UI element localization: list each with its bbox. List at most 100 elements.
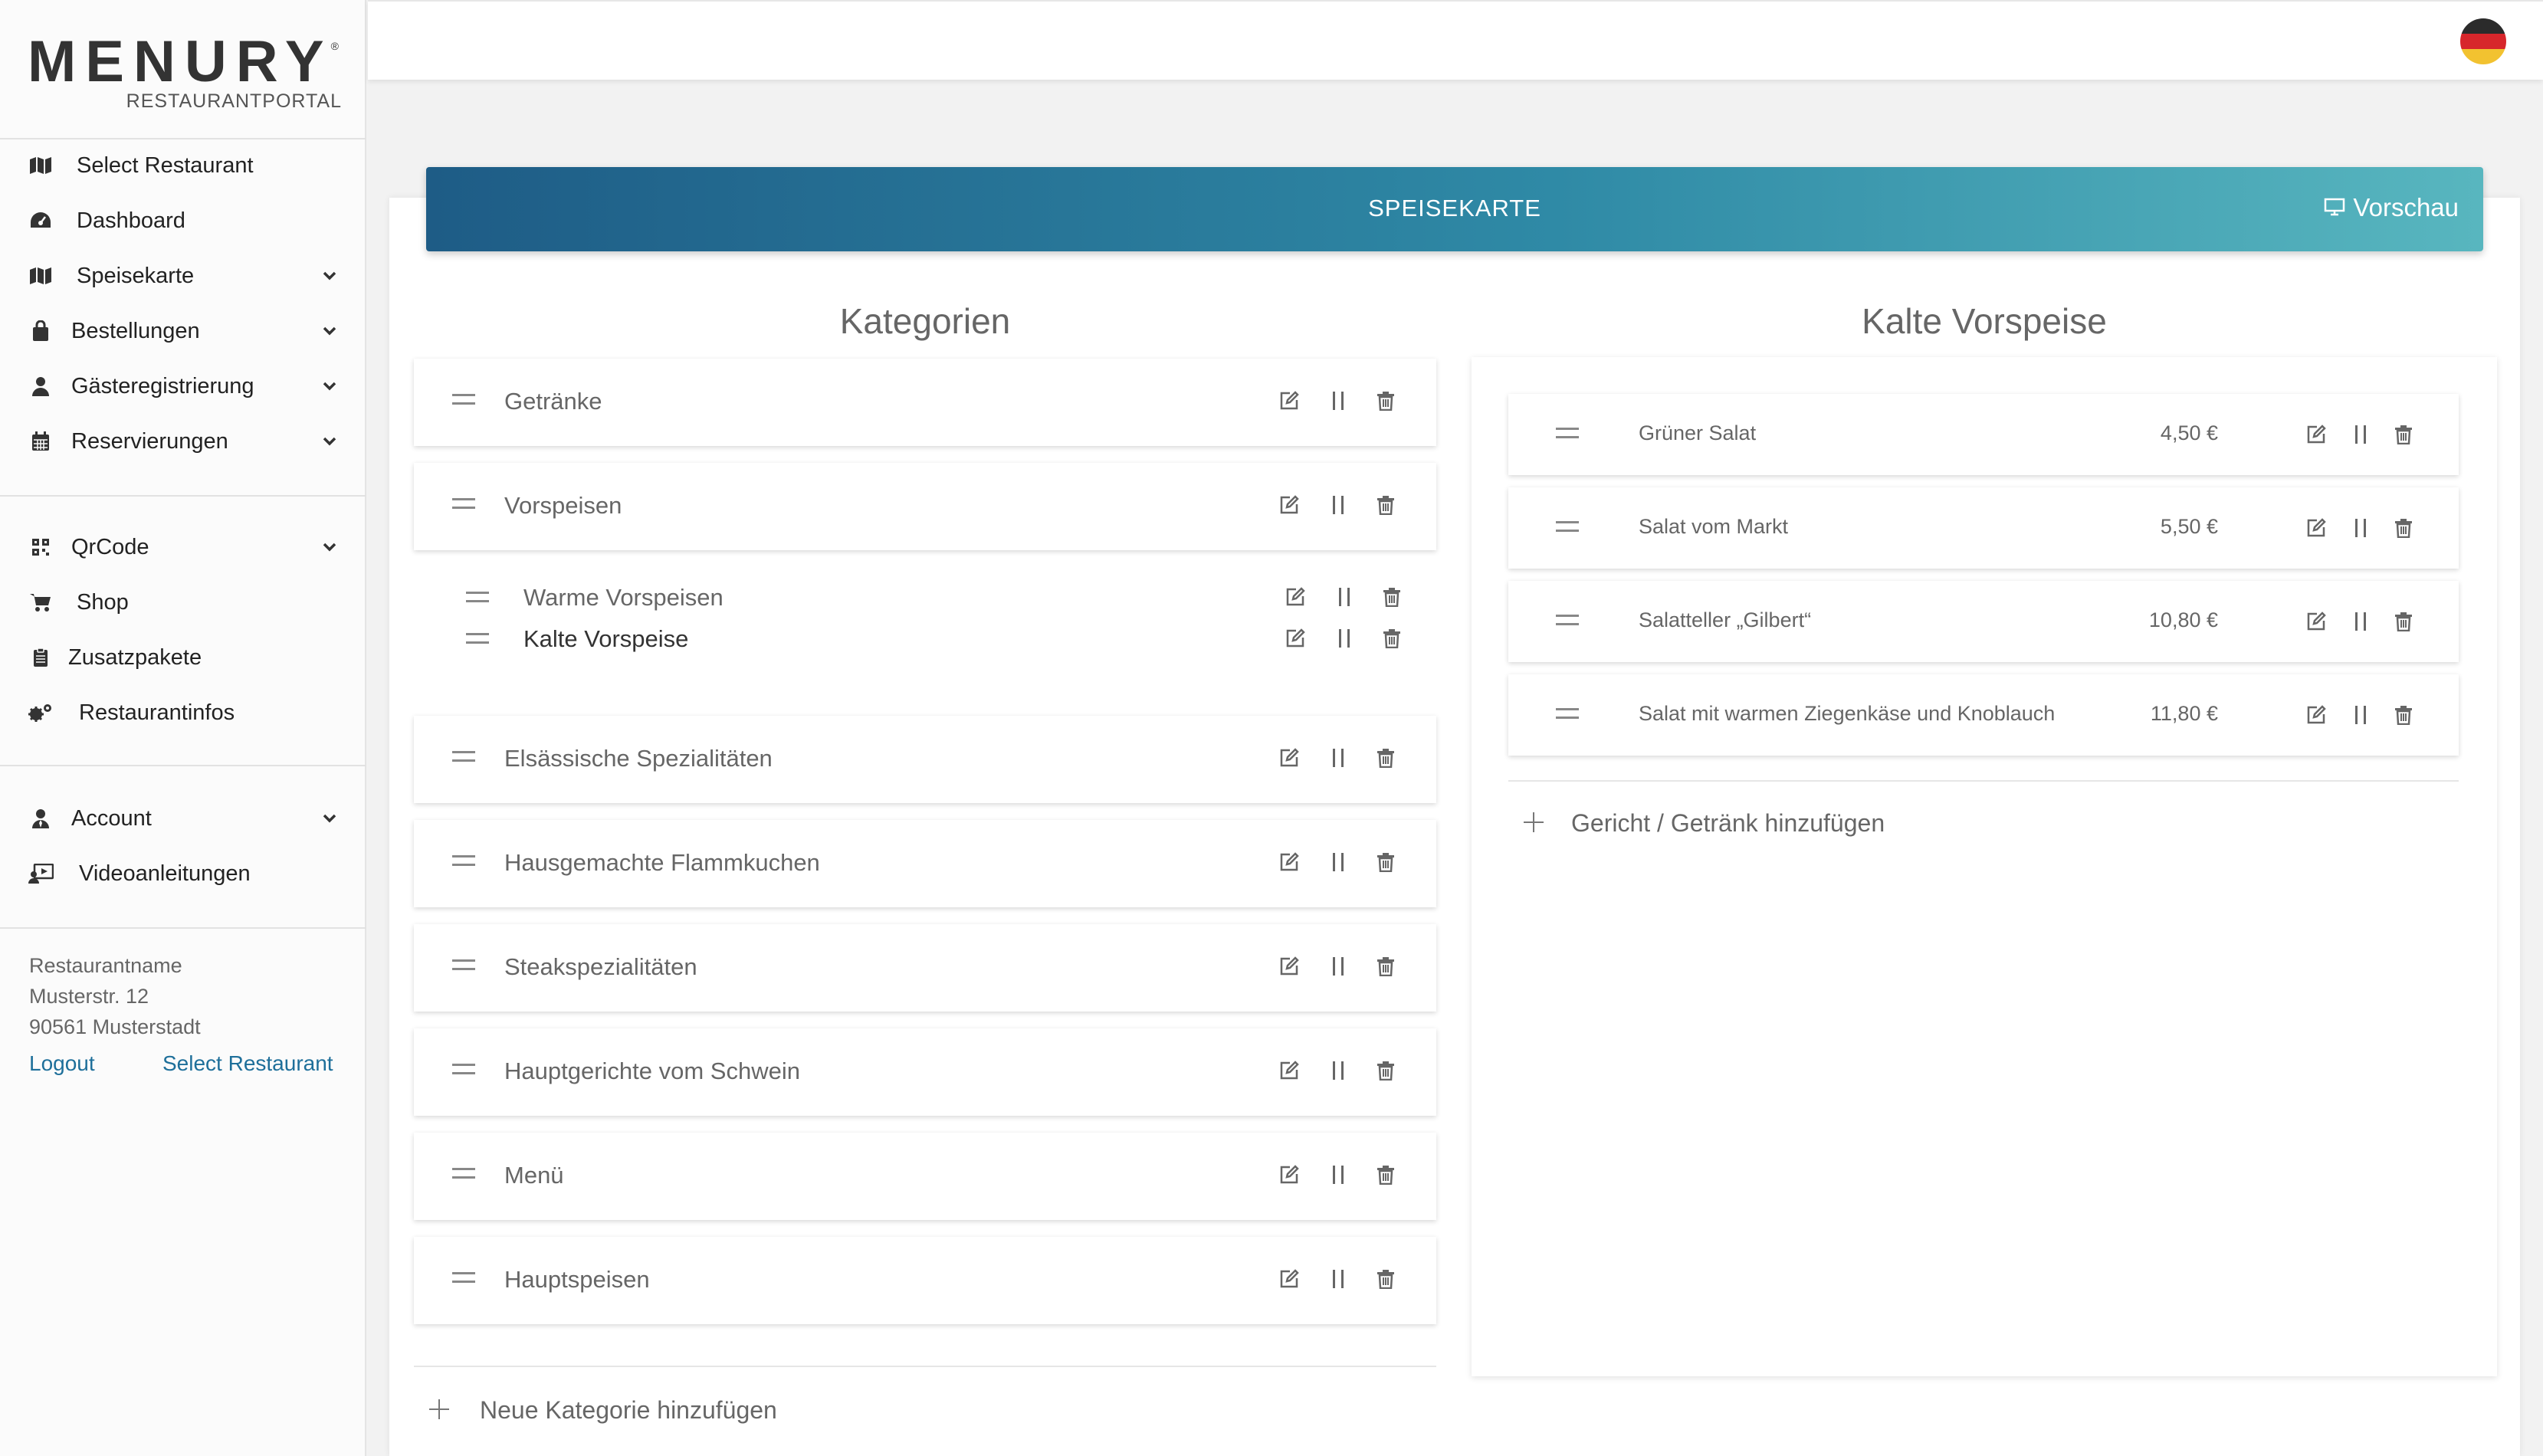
sidebar-item-label: Restaurantinfos [79, 700, 235, 725]
drag-handle-icon[interactable] [1556, 708, 1579, 719]
category-row[interactable]: Steakspezialitäten [414, 924, 1436, 1012]
edit-icon[interactable] [1285, 585, 1306, 608]
trash-icon[interactable] [1381, 627, 1403, 650]
edit-icon[interactable] [2305, 610, 2327, 633]
preview-button[interactable]: Vorschau [2324, 193, 2459, 222]
drag-handle-icon[interactable] [1556, 428, 1579, 438]
category-label: Elsässische Spezialitäten [504, 745, 773, 772]
trash-icon[interactable] [1375, 494, 1396, 516]
drag-handle-icon[interactable] [452, 855, 475, 866]
edit-icon[interactable] [1278, 1059, 1300, 1082]
dish-price: 4,50 € [2160, 421, 2218, 444]
trash-icon[interactable] [1375, 389, 1396, 412]
sidebar-item-account[interactable]: Account [0, 791, 365, 846]
category-row[interactable]: Hausgemachte Flammkuchen [414, 820, 1436, 907]
trash-icon[interactable] [1375, 851, 1396, 874]
category-row[interactable]: Hauptgerichte vom Schwein [414, 1028, 1436, 1116]
dish-row[interactable]: Salatteller „Gilbert“ 10,80 € [1508, 581, 2459, 662]
category-row[interactable]: Elsässische Spezialitäten [414, 716, 1436, 803]
add-dish-button[interactable]: Gericht / Getränk hinzufügen [1521, 806, 1919, 841]
sidebar-item-label: Bestellungen [71, 318, 200, 343]
drag-handle-icon[interactable] [452, 394, 475, 405]
sidebar-item-gaesteregistrierung[interactable]: Gästeregistrierung [0, 359, 365, 414]
sidebar-item-bestellungen[interactable]: Bestellungen [0, 303, 365, 359]
edit-icon[interactable] [1278, 746, 1300, 769]
drag-handle-icon[interactable] [466, 633, 489, 644]
pause-icon[interactable] [1327, 1267, 1349, 1290]
trash-icon[interactable] [2393, 423, 2414, 446]
pause-icon[interactable] [2350, 516, 2371, 539]
edit-icon[interactable] [1278, 389, 1300, 412]
trash-icon[interactable] [1375, 1267, 1396, 1290]
german-flag-icon[interactable] [2460, 18, 2506, 64]
category-row[interactable]: Menü [414, 1133, 1436, 1220]
category-row[interactable]: Getränke [414, 359, 1436, 446]
category-row[interactable]: Hauptspeisen [414, 1237, 1436, 1324]
edit-icon[interactable] [1285, 627, 1306, 650]
subcategory-row-selected[interactable]: Kalte Vorspeise [414, 616, 1436, 657]
select-restaurant-link[interactable]: Select Restaurant [162, 1051, 333, 1076]
pause-icon[interactable] [1327, 1163, 1349, 1186]
drag-handle-icon[interactable] [452, 751, 475, 762]
bag-icon [28, 318, 54, 344]
sidebar-item-shop[interactable]: Shop [0, 575, 365, 630]
drag-handle-icon[interactable] [452, 959, 475, 970]
pause-icon[interactable] [1327, 1059, 1349, 1082]
trash-icon[interactable] [1381, 585, 1403, 608]
pause-icon[interactable] [1327, 955, 1349, 978]
drag-handle-icon[interactable] [452, 1168, 475, 1179]
trash-icon[interactable] [1375, 955, 1396, 978]
sidebar-item-zusatzpakete[interactable]: Zusatzpakete [0, 630, 365, 685]
sidebar-item-restaurantinfos[interactable]: Restaurantinfos [0, 685, 365, 740]
trash-icon[interactable] [2393, 516, 2414, 539]
dishes-title: Kalte Vorspeise [1862, 301, 2107, 341]
drag-handle-icon[interactable] [1556, 615, 1579, 625]
add-category-button[interactable]: Neue Kategorie hinzufügen [426, 1393, 825, 1428]
sidebar-item-speisekarte[interactable]: Speisekarte [0, 248, 365, 303]
pause-icon[interactable] [1327, 746, 1349, 769]
edit-icon[interactable] [1278, 851, 1300, 874]
drag-handle-icon[interactable] [466, 592, 489, 602]
sidebar-item-dashboard[interactable]: Dashboard [0, 193, 365, 248]
edit-icon[interactable] [1278, 955, 1300, 978]
edit-icon[interactable] [2305, 423, 2327, 446]
sidebar-item-videoanleitungen[interactable]: Videoanleitungen [0, 846, 365, 901]
trash-icon[interactable] [1375, 1059, 1396, 1082]
pause-icon[interactable] [2350, 423, 2371, 446]
drag-handle-icon[interactable] [1556, 521, 1579, 532]
dish-name: Salat mit warmen Ziegenkäse und Knoblauc… [1639, 702, 2056, 725]
sidebar-item-qrcode[interactable]: QrCode [0, 520, 365, 575]
subcategory-row[interactable]: Warme Vorspeisen [414, 575, 1436, 616]
trash-icon[interactable] [2393, 610, 2414, 633]
sidebar-item-select-restaurant[interactable]: Select Restaurant [0, 138, 365, 193]
pause-icon[interactable] [2350, 703, 2371, 726]
category-row[interactable]: Vorspeisen [414, 463, 1436, 550]
pause-icon[interactable] [2350, 610, 2371, 633]
edit-icon[interactable] [2305, 703, 2327, 726]
pause-icon[interactable] [1334, 585, 1355, 608]
restaurant-city: 90561 Musterstadt [29, 1015, 201, 1038]
chevron-down-icon [320, 809, 339, 828]
dish-row[interactable]: Grüner Salat 4,50 € [1508, 394, 2459, 475]
edit-icon[interactable] [2305, 516, 2327, 539]
logout-link[interactable]: Logout [29, 1051, 95, 1076]
drag-handle-icon[interactable] [452, 1272, 475, 1283]
edit-icon[interactable] [1278, 1267, 1300, 1290]
trash-icon[interactable] [1375, 746, 1396, 769]
plus-icon [1524, 812, 1544, 832]
dish-row[interactable]: Salat mit warmen Ziegenkäse und Knoblauc… [1508, 674, 2459, 756]
brand-logo[interactable]: MENURY ® RESTAURANTPORTAL [28, 28, 342, 120]
trash-icon[interactable] [2393, 703, 2414, 726]
dish-row[interactable]: Salat vom Markt 5,50 € [1508, 487, 2459, 569]
pause-icon[interactable] [1327, 851, 1349, 874]
sidebar-item-reservierungen[interactable]: Reservierungen [0, 414, 365, 469]
edit-icon[interactable] [1278, 1163, 1300, 1186]
pause-icon[interactable] [1327, 389, 1349, 412]
trash-icon[interactable] [1375, 1163, 1396, 1186]
pause-icon[interactable] [1327, 494, 1349, 516]
edit-icon[interactable] [1278, 494, 1300, 516]
drag-handle-icon[interactable] [452, 498, 475, 509]
drag-handle-icon[interactable] [452, 1064, 475, 1074]
pause-icon[interactable] [1334, 627, 1355, 650]
cart-icon [28, 589, 54, 615]
